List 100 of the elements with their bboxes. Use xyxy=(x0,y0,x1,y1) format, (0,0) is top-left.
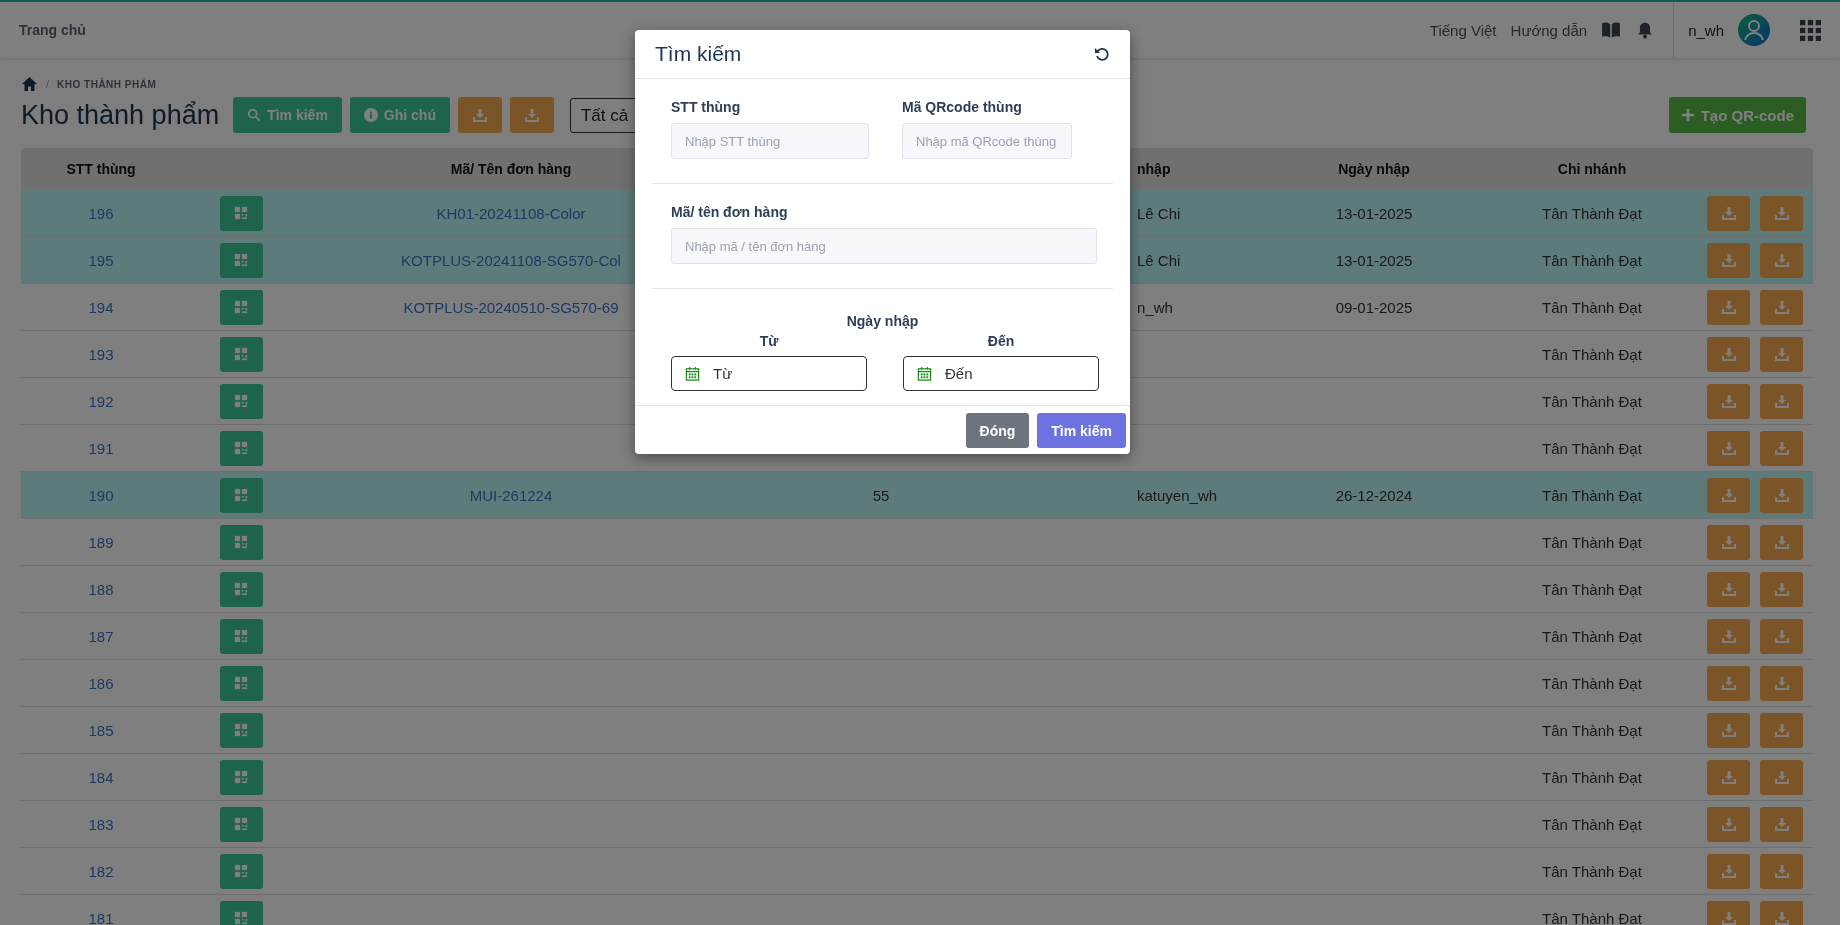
download-button[interactable] xyxy=(1707,712,1750,748)
qr-code-button[interactable] xyxy=(219,665,263,701)
note-button[interactable]: Ghi chú xyxy=(349,97,450,133)
qr-code-button[interactable] xyxy=(219,242,263,278)
date-field[interactable]: Đến xyxy=(903,356,1099,391)
box-number-link[interactable]: 186 xyxy=(88,674,114,692)
box-number-link[interactable]: 190 xyxy=(88,486,114,504)
qr-code-button[interactable] xyxy=(219,195,263,231)
download-icon xyxy=(1773,816,1790,832)
download-button[interactable] xyxy=(1707,195,1750,231)
box-number-link[interactable]: 187 xyxy=(88,627,114,645)
table-cell: 26-12-2024 xyxy=(1335,486,1413,504)
download-button[interactable] xyxy=(1760,853,1803,889)
input-field[interactable]: Nhập STT thùng xyxy=(671,123,869,159)
qr-code-button[interactable] xyxy=(219,477,263,513)
reset-icon[interactable] xyxy=(1094,46,1110,62)
download-button[interactable] xyxy=(1707,759,1750,795)
download-button[interactable] xyxy=(1707,336,1750,372)
download-button[interactable] xyxy=(1760,195,1803,231)
qr-code-icon xyxy=(234,864,248,878)
qr-code-button[interactable] xyxy=(219,759,263,795)
box-number-link[interactable]: 188 xyxy=(88,580,114,598)
order-link[interactable]: KH01-20241108-Color xyxy=(436,204,586,222)
download-button[interactable] xyxy=(1760,618,1803,654)
download-button[interactable] xyxy=(1707,524,1750,560)
download-button[interactable] xyxy=(1707,477,1750,513)
qr-code-button[interactable] xyxy=(219,289,263,325)
table-cell: Tân Thành Đạt xyxy=(1542,862,1642,880)
order-link[interactable]: MUI-261224 xyxy=(469,486,553,504)
input-field[interactable]: Nhập mã / tên đơn hàng xyxy=(671,228,1097,264)
download-button[interactable] xyxy=(1760,524,1803,560)
download-icon xyxy=(1720,205,1737,221)
download-button[interactable] xyxy=(1707,853,1750,889)
box-number-link[interactable]: 182 xyxy=(88,862,114,880)
download-button[interactable] xyxy=(1707,430,1750,466)
input-field[interactable]: Nhập mã QRcode thùng xyxy=(902,123,1072,159)
download-button[interactable] xyxy=(1760,712,1803,748)
language-link[interactable]: Tiếng Việt xyxy=(1429,21,1497,39)
home-link[interactable]: Trang chủ xyxy=(19,22,86,38)
box-number-link[interactable]: 181 xyxy=(88,909,114,925)
search-button[interactable]: Tìm kiếm xyxy=(1037,413,1126,448)
box-number-link[interactable]: 184 xyxy=(88,768,114,786)
download-button[interactable] xyxy=(1760,289,1803,325)
download-button[interactable] xyxy=(1707,571,1750,607)
date-field[interactable]: Từ xyxy=(671,356,867,391)
qr-code-button[interactable] xyxy=(219,712,263,748)
search-button[interactable]: Tìm kiếm xyxy=(233,97,342,133)
download-button[interactable] xyxy=(1707,383,1750,419)
download-button[interactable] xyxy=(1707,665,1750,701)
create-qr-code-button[interactable]: Tạo QR-code xyxy=(1668,97,1806,133)
download-button[interactable] xyxy=(510,97,554,133)
qr-code-button[interactable] xyxy=(219,524,263,560)
box-number-link[interactable]: 192 xyxy=(88,392,114,410)
box-number-link[interactable]: 189 xyxy=(88,533,114,551)
download-icon xyxy=(1773,534,1790,550)
download-button[interactable] xyxy=(1707,806,1750,842)
order-link[interactable]: KOTPLUS-20241108-SG570-Col xyxy=(401,251,621,269)
download-button[interactable] xyxy=(1707,618,1750,654)
box-number-link[interactable]: 195 xyxy=(88,251,114,269)
calendar-icon xyxy=(917,366,932,381)
download-icon xyxy=(1773,346,1790,362)
download-button[interactable] xyxy=(1707,242,1750,278)
qr-code-button[interactable] xyxy=(219,618,263,654)
box-number-link[interactable]: 183 xyxy=(88,815,114,833)
box-number-link[interactable]: 193 xyxy=(88,345,114,363)
download-button[interactable] xyxy=(1760,383,1803,419)
download-button[interactable] xyxy=(458,97,502,133)
download-button[interactable] xyxy=(1760,477,1803,513)
column-header: Mã/ Tên đơn hàng xyxy=(450,161,572,177)
qr-code-button[interactable] xyxy=(219,430,263,466)
download-button[interactable] xyxy=(1760,806,1803,842)
qr-code-button[interactable] xyxy=(219,806,263,842)
box-number-link[interactable]: 194 xyxy=(88,298,114,316)
download-icon xyxy=(524,107,540,123)
download-button[interactable] xyxy=(1707,289,1750,325)
box-number-link[interactable]: 196 xyxy=(88,204,114,222)
download-button[interactable] xyxy=(1760,571,1803,607)
qr-code-button[interactable] xyxy=(219,336,263,372)
download-button[interactable] xyxy=(1707,900,1750,925)
download-button[interactable] xyxy=(1760,900,1803,925)
qr-code-button[interactable] xyxy=(219,900,263,925)
home-icon[interactable] xyxy=(21,76,38,92)
download-button[interactable] xyxy=(1760,336,1803,372)
download-button[interactable] xyxy=(1760,759,1803,795)
box-number-link[interactable]: 185 xyxy=(88,721,114,739)
table-cell: Tân Thành Đạt xyxy=(1542,674,1642,692)
box-number-link[interactable]: 191 xyxy=(88,439,114,457)
download-icon xyxy=(1773,205,1790,221)
avatar-icon[interactable] xyxy=(1738,14,1770,46)
table-cell: Tân Thành Đạt xyxy=(1542,298,1642,316)
download-button[interactable] xyxy=(1760,665,1803,701)
download-button[interactable] xyxy=(1760,430,1803,466)
guide-link[interactable]: Hướng dẫn xyxy=(1510,21,1588,39)
download-button[interactable] xyxy=(1760,242,1803,278)
qr-code-button[interactable] xyxy=(219,571,263,607)
qr-code-button[interactable] xyxy=(219,383,263,419)
close-button[interactable]: Đóng xyxy=(965,413,1030,448)
qr-code-button[interactable] xyxy=(219,853,263,889)
field-label: Từ xyxy=(759,333,779,349)
order-link[interactable]: KOTPLUS-20240510-SG570-69 xyxy=(403,298,619,316)
